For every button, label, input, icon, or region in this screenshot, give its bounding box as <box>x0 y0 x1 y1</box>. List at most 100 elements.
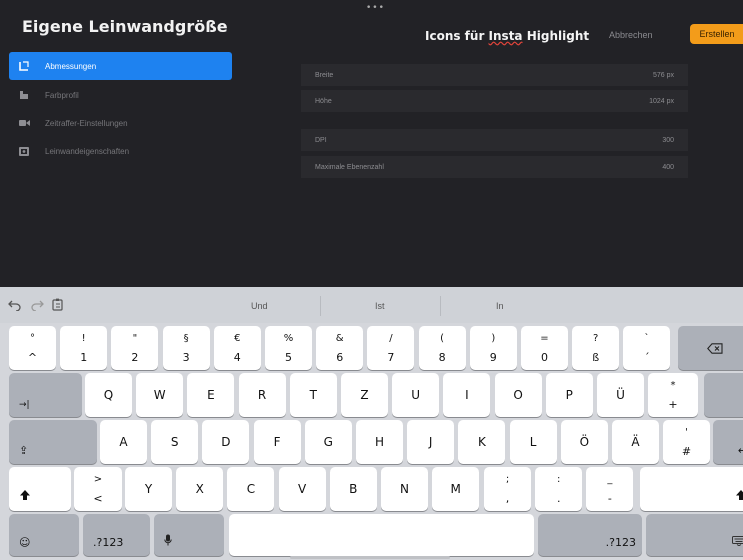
key-M[interactable]: M <box>432 467 480 511</box>
key-period[interactable]: :. <box>535 467 583 511</box>
key-7[interactable]: /7 <box>367 326 415 370</box>
nav-item-canvas-properties[interactable]: Leinwandeigenschaften <box>9 137 232 165</box>
key-label: 7 <box>387 351 395 364</box>
space-bar[interactable] <box>229 514 534 556</box>
key-G[interactable]: G <box>304 420 352 464</box>
key-Y[interactable]: Y <box>125 467 172 511</box>
cancel-button[interactable]: Abbrechen <box>609 30 653 40</box>
key-Ä[interactable]: Ä <box>612 420 659 464</box>
key-U[interactable]: U <box>392 373 440 417</box>
key-W[interactable]: W <box>136 373 184 417</box>
key-H[interactable]: H <box>356 420 403 464</box>
key-label: ´ <box>644 351 650 364</box>
nav-item-label: Zeitraffer-Einstellungen <box>45 118 128 128</box>
key-less-than[interactable]: > < <box>74 467 122 511</box>
paste-icon[interactable] <box>52 298 64 316</box>
key-T[interactable]: T <box>289 373 337 417</box>
key-ß[interactable]: ? ß <box>572 326 620 370</box>
key-Ü[interactable]: Ü <box>597 373 644 417</box>
suggestion-divider <box>320 296 321 316</box>
key-label: I <box>465 388 469 402</box>
key-4[interactable]: €4 <box>213 326 261 370</box>
create-button[interactable]: Erstellen <box>690 24 743 44</box>
key-B[interactable]: B <box>329 467 377 511</box>
dictation-key[interactable] <box>154 514 224 556</box>
key-comma[interactable]: ;, <box>484 467 531 511</box>
dialog-grabber-icon[interactable]: ••• <box>366 3 385 13</box>
caps-lock-key[interactable]: ⇪ <box>9 420 97 464</box>
height-field[interactable]: Höhe 1024 px <box>301 90 688 112</box>
key-caret[interactable]: ° ^ <box>9 326 56 370</box>
key-6[interactable]: & 6 <box>316 326 364 370</box>
key-J[interactable]: J <box>407 420 455 464</box>
nav-item-dimensions[interactable]: Abmessungen <box>9 52 232 80</box>
suggestion-2[interactable]: Ist <box>375 301 385 311</box>
key-I[interactable]: I <box>443 373 491 417</box>
key-Z[interactable]: Z <box>341 373 388 417</box>
key-label: % <box>283 333 294 344</box>
key-2[interactable]: " 2 <box>111 326 159 370</box>
key-5[interactable]: % 5 <box>265 326 312 370</box>
key-label: ( <box>440 333 445 344</box>
key-O[interactable]: O <box>494 373 542 417</box>
redo-icon[interactable] <box>30 298 44 316</box>
return-key[interactable]: ↵ <box>713 420 743 464</box>
max-layers-field[interactable]: Maximale Ebenenzahl 400 <box>301 156 688 178</box>
key-9[interactable]: ) 9 <box>469 326 517 370</box>
key-label: ß <box>592 351 600 364</box>
key-L[interactable]: L <box>509 420 557 464</box>
key-Q[interactable]: Q <box>85 373 132 417</box>
key-3[interactable]: § 3 <box>162 326 210 370</box>
canvas-name-misspelled-word[interactable]: Insta <box>489 29 523 43</box>
dpi-value: 300 <box>662 136 674 144</box>
suggestion-1[interactable]: Und <box>251 301 268 311</box>
numbers-key-left[interactable]: .?123 <box>83 514 150 556</box>
canvas-properties-icon <box>17 146 31 156</box>
key-´[interactable]: ` ´ <box>623 326 671 370</box>
key-1[interactable]: ! 1 <box>60 326 108 370</box>
key-label: T <box>309 388 317 402</box>
key-A[interactable]: A <box>100 420 147 464</box>
nav-item-color-profile[interactable]: Farbprofil <box>9 81 232 109</box>
shift-right-key[interactable] <box>640 467 743 511</box>
key-D[interactable]: D <box>202 420 250 464</box>
key-V[interactable]: V <box>278 467 326 511</box>
key-Ö[interactable]: Ö <box>560 420 608 464</box>
shift-left-key[interactable] <box>9 467 71 511</box>
numbers-key-right[interactable]: .?123 <box>538 514 642 556</box>
key-K[interactable]: K <box>458 420 506 464</box>
max-layers-value: 400 <box>662 163 674 171</box>
key-label: ° <box>30 333 35 344</box>
key-label: B <box>349 482 358 496</box>
dpi-field[interactable]: DPI 300 <box>301 129 688 151</box>
width-field[interactable]: Breite 576 px <box>301 64 688 86</box>
key-R[interactable]: R <box>238 373 286 417</box>
key-8[interactable]: (8 <box>418 326 466 370</box>
key-F[interactable]: F <box>253 420 301 464</box>
shift-icon <box>735 489 743 504</box>
nav-item-label: Abmessungen <box>45 61 97 71</box>
nav-item-timelapse[interactable]: Zeitraffer-Einstellungen <box>9 109 232 137</box>
canvas-name-field[interactable]: Icons für Insta Highlight <box>425 29 589 43</box>
emoji-key[interactable]: ☺ <box>9 514 79 556</box>
undo-icon[interactable] <box>8 298 22 316</box>
key-C[interactable]: C <box>227 467 275 511</box>
height-value: 1024 px <box>649 97 674 105</box>
key-plus[interactable]: * + <box>648 373 698 417</box>
key-minus[interactable]: _ - <box>586 467 634 511</box>
key-hash[interactable]: ' # <box>663 420 710 464</box>
key-label: 2 <box>131 351 139 364</box>
key-P[interactable]: P <box>545 373 593 417</box>
key-S[interactable]: S <box>151 420 199 464</box>
suggestion-3[interactable]: In <box>496 301 504 311</box>
key-E[interactable]: E <box>187 373 235 417</box>
video-camera-icon <box>17 119 31 127</box>
key-label: M <box>450 482 461 496</box>
delete-key[interactable] <box>678 326 743 370</box>
return-key-upper[interactable] <box>704 373 743 417</box>
hide-keyboard-key[interactable] <box>646 514 743 556</box>
key-N[interactable]: N <box>381 467 428 511</box>
key-X[interactable]: X <box>176 467 224 511</box>
tab-key[interactable]: →| <box>9 373 82 417</box>
key-0[interactable]: = 0 <box>521 326 568 370</box>
